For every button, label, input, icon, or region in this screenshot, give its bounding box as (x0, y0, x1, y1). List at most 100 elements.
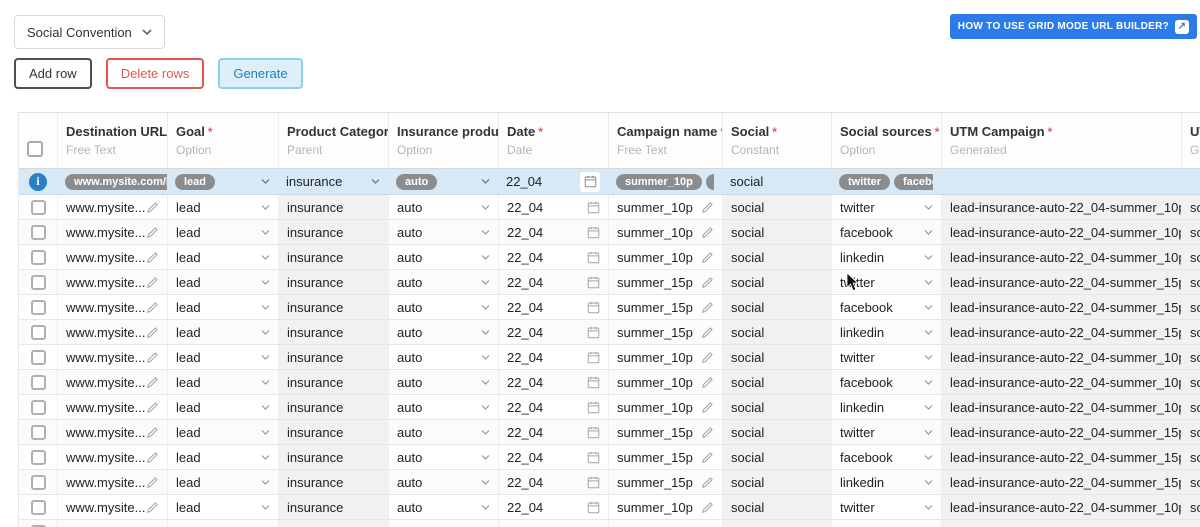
row-checkbox[interactable] (30, 274, 46, 290)
campaign-name-cell[interactable]: summer_10p (608, 220, 722, 244)
row-checkbox[interactable] (30, 424, 46, 440)
insurance-products-cell[interactable]: auto (388, 295, 498, 319)
calendar-icon[interactable] (587, 251, 600, 264)
calendar-icon[interactable] (587, 326, 600, 339)
row-checkbox[interactable] (30, 224, 46, 240)
chevron-down-icon[interactable] (481, 479, 490, 485)
campaign-name-cell[interactable]: summer_10p (608, 370, 722, 394)
chevron-down-icon[interactable] (481, 354, 490, 360)
chevron-down-icon[interactable] (481, 279, 490, 285)
calendar-icon[interactable] (587, 476, 600, 489)
goal-cell[interactable]: lead (167, 320, 278, 344)
goal-cell[interactable]: lead (167, 295, 278, 319)
social-sources-cell[interactable]: facebook (831, 445, 941, 469)
chevron-down-icon[interactable] (924, 404, 933, 410)
goal-cell[interactable]: lead (167, 345, 278, 369)
social-sources-cell[interactable]: twitter (831, 420, 941, 444)
insurance-products-cell[interactable]: auto (388, 445, 498, 469)
calendar-icon[interactable] (587, 201, 600, 214)
source-chip[interactable]: twitter (839, 173, 890, 190)
chevron-down-icon[interactable] (924, 429, 933, 435)
pencil-icon[interactable] (701, 276, 714, 289)
goal-cell[interactable]: lead (167, 395, 278, 419)
pencil-icon[interactable] (701, 351, 714, 364)
social-sources-cell[interactable]: facebook (831, 295, 941, 319)
calendar-icon[interactable] (587, 226, 600, 239)
date-cell[interactable]: 22_04 (498, 370, 608, 394)
destination-url-cell[interactable]: www.mysite... (57, 220, 167, 244)
campaign-chip[interactable]: summer_10p (616, 173, 702, 190)
chevron-down-icon[interactable] (924, 454, 933, 460)
pencil-icon[interactable] (146, 276, 159, 289)
pencil-icon[interactable] (146, 451, 159, 464)
destination-url-cell[interactable]: www.mysite... (57, 470, 167, 494)
social-sources-cell[interactable]: linkedin (831, 320, 941, 344)
calendar-icon[interactable] (587, 451, 600, 464)
social-sources-cell[interactable]: twitter (831, 345, 941, 369)
chevron-down-icon[interactable] (481, 329, 490, 335)
social-sources-cell[interactable]: facebook (831, 220, 941, 244)
social-sources-cell[interactable]: linkedin (831, 470, 941, 494)
chevron-down-icon[interactable] (481, 429, 490, 435)
chevron-down-icon[interactable] (481, 179, 490, 184)
chevron-down-icon[interactable] (261, 454, 270, 460)
campaign-name-cell[interactable]: summer_10p (608, 495, 722, 519)
date-cell[interactable]: 22_04 (498, 420, 608, 444)
chevron-down-icon[interactable] (481, 229, 490, 235)
goal-cell[interactable]: lead (167, 370, 278, 394)
url-chip[interactable]: www.mysite.com/blog/a (65, 173, 167, 190)
goal-cell[interactable]: lead (167, 245, 278, 269)
chevron-down-icon[interactable] (481, 454, 490, 460)
chevron-down-icon[interactable] (261, 479, 270, 485)
pencil-icon[interactable] (701, 426, 714, 439)
chevron-down-icon[interactable] (261, 204, 270, 210)
pencil-icon[interactable] (701, 401, 714, 414)
chevron-down-icon[interactable] (924, 279, 933, 285)
pencil-icon[interactable] (701, 376, 714, 389)
chevron-down-icon[interactable] (261, 304, 270, 310)
campaign-name-cell[interactable]: summer_10p (608, 395, 722, 419)
campaign-name-cell[interactable]: summer_15p (608, 470, 722, 494)
pencil-icon[interactable] (701, 326, 714, 339)
chevron-down-icon[interactable] (261, 429, 270, 435)
insurance-products-cell[interactable]: auto (388, 270, 498, 294)
social-sources-cell[interactable]: twitter (831, 195, 941, 219)
campaign-name-cell[interactable]: summer_10p (608, 245, 722, 269)
chevron-down-icon[interactable] (924, 204, 933, 210)
chevron-down-icon[interactable] (924, 379, 933, 385)
chevron-down-icon[interactable] (261, 504, 270, 510)
insurance-products-cell[interactable]: auto (388, 370, 498, 394)
chevron-down-icon[interactable] (924, 254, 933, 260)
chevron-down-icon[interactable] (261, 229, 270, 235)
insurance-products-cell[interactable]: auto (388, 420, 498, 444)
pencil-icon[interactable] (146, 326, 159, 339)
info-icon[interactable]: i (29, 172, 47, 191)
destination-url-cell[interactable]: www.mysite... (57, 420, 167, 444)
row-checkbox[interactable] (30, 249, 46, 265)
pencil-icon[interactable] (701, 476, 714, 489)
insurance-products-cell[interactable]: auto (388, 470, 498, 494)
insurance-products-cell[interactable]: auto (388, 220, 498, 244)
delete-rows-button[interactable]: Delete rows (105, 58, 205, 89)
row-checkbox[interactable] (30, 199, 46, 215)
date-cell[interactable]: 22_04 (498, 245, 608, 269)
edit-campaign-name-cell[interactable]: summer_10p summer_ (608, 169, 722, 194)
insurance-products-cell[interactable]: auto (388, 520, 498, 527)
edit-date-cell[interactable]: 22_04 (498, 169, 608, 194)
date-cell[interactable]: 22_04 (498, 220, 608, 244)
campaign-name-cell[interactable]: summer_15p (608, 295, 722, 319)
chevron-down-icon[interactable] (924, 329, 933, 335)
chevron-down-icon[interactable] (924, 229, 933, 235)
chevron-down-icon[interactable] (481, 204, 490, 210)
goal-cell[interactable]: lead (167, 470, 278, 494)
calendar-icon[interactable] (587, 426, 600, 439)
destination-url-cell[interactable]: www.mysite... (57, 445, 167, 469)
chevron-down-icon[interactable] (924, 354, 933, 360)
chevron-down-icon[interactable] (481, 254, 490, 260)
calendar-icon[interactable] (587, 276, 600, 289)
edit-goal-cell[interactable]: lead (167, 169, 278, 194)
insurance-products-cell[interactable]: auto (388, 195, 498, 219)
date-cell[interactable]: 22_04 (498, 320, 608, 344)
chevron-down-icon[interactable] (481, 404, 490, 410)
chevron-down-icon[interactable] (261, 279, 270, 285)
